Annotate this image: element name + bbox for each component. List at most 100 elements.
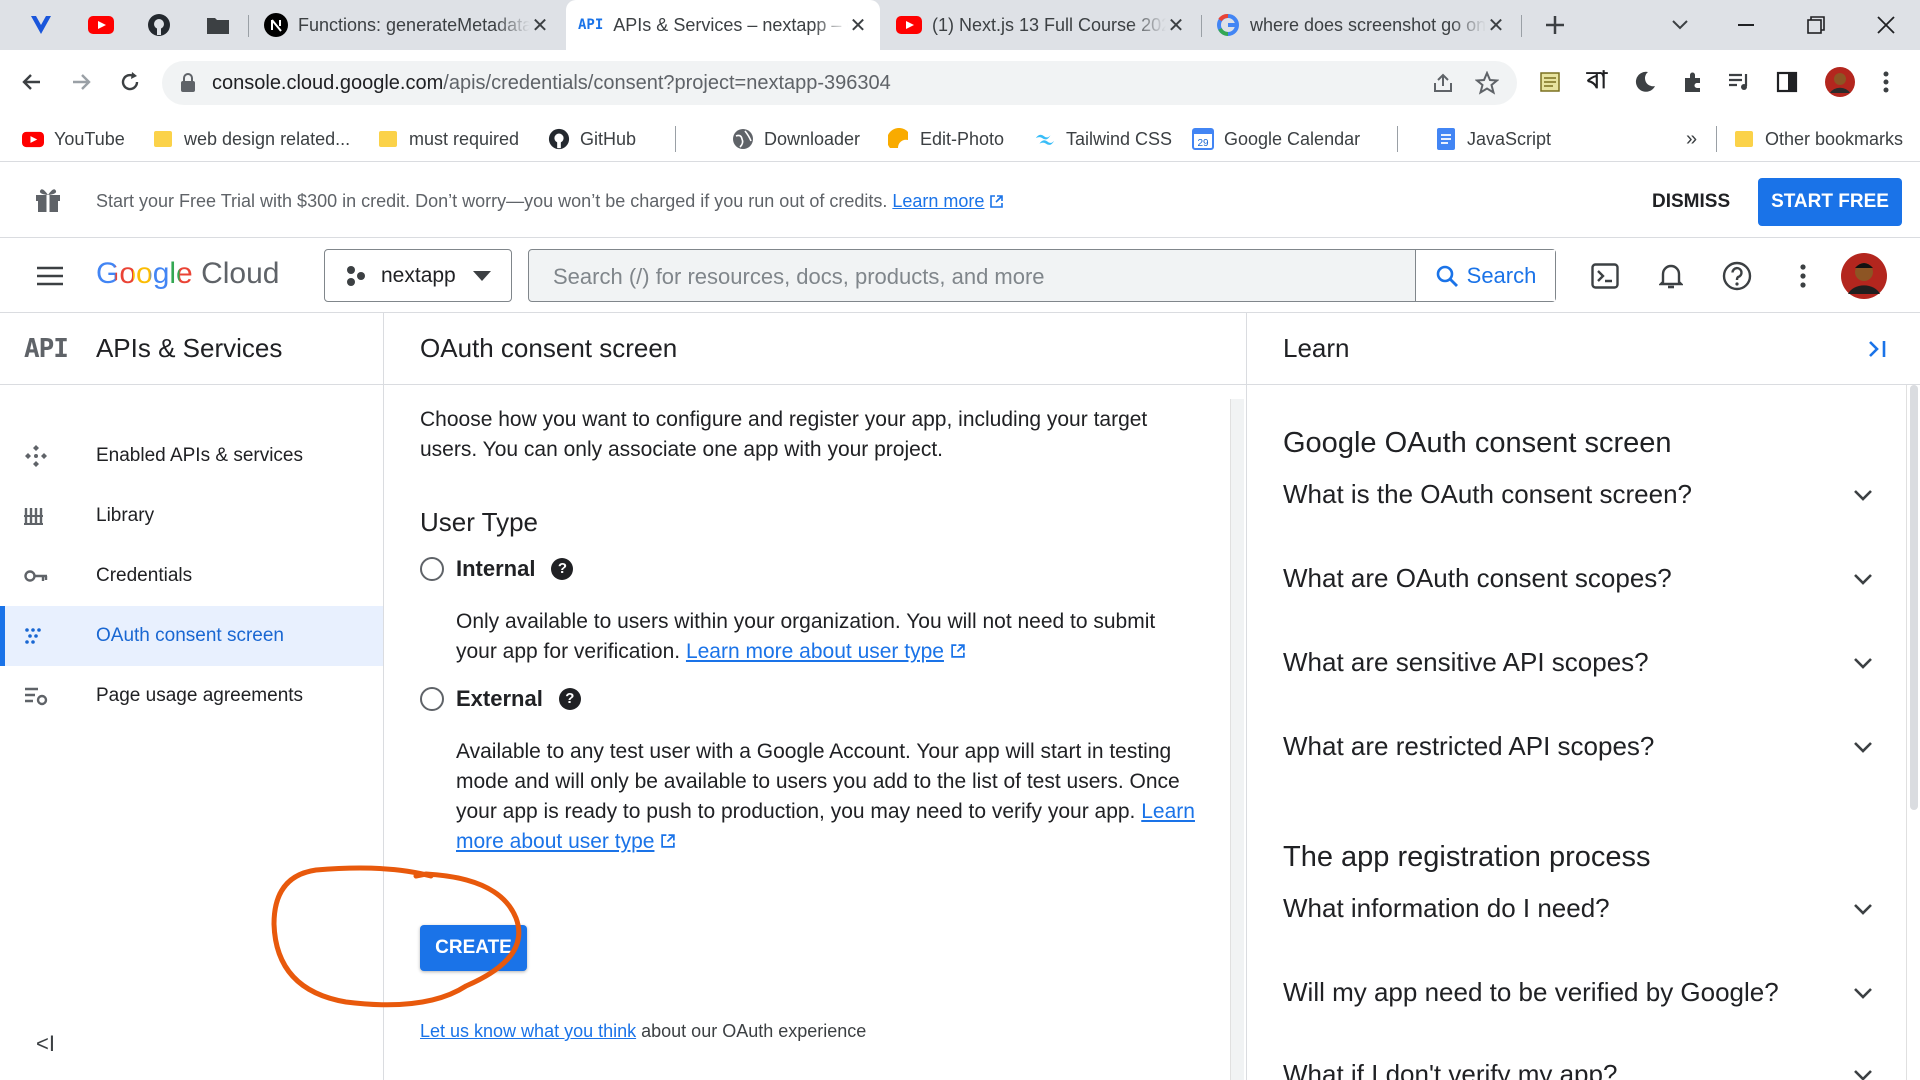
- search-input[interactable]: Search (/) for resources, docs, products…: [553, 264, 1045, 290]
- sidebar-item-page-usage[interactable]: Page usage agreements: [0, 666, 383, 726]
- internal-radio[interactable]: [420, 557, 444, 581]
- lock-icon[interactable]: [180, 73, 196, 93]
- bookmark-label: Tailwind CSS: [1066, 128, 1173, 149]
- tab-apis-services[interactable]: API APIs & Services – nextapp – Google C…: [566, 0, 880, 50]
- extension-dark-mode[interactable]: [1625, 62, 1665, 102]
- extension-notes[interactable]: [1530, 62, 1570, 102]
- collapse-panel-icon[interactable]: [1867, 339, 1889, 359]
- new-tab-button[interactable]: [1535, 10, 1575, 40]
- hamburger-menu-icon[interactable]: [36, 265, 64, 287]
- project-selector[interactable]: nextapp: [324, 249, 512, 302]
- scrollbar-thumb[interactable]: [1910, 385, 1918, 810]
- chevron-down-icon: [1854, 741, 1872, 753]
- bookmark-tailwind[interactable]: Tailwind CSS: [1034, 124, 1172, 154]
- pinned-tab-github[interactable]: [144, 10, 174, 40]
- notifications-button[interactable]: [1654, 259, 1688, 293]
- bookmark-javascript[interactable]: JavaScript: [1435, 124, 1551, 154]
- close-tab-icon[interactable]: ✕: [848, 13, 868, 38]
- console-search-box[interactable]: Search (/) for resources, docs, products…: [528, 249, 1556, 302]
- chevron-down-icon: [1854, 987, 1872, 999]
- bookmark-edit-photo[interactable]: Edit-Photo: [888, 124, 1004, 154]
- media-controls-button[interactable]: [1719, 62, 1759, 102]
- sidebar-item-label: Credentials: [96, 565, 193, 586]
- bookmark-folder-web-design[interactable]: web design related...: [152, 124, 350, 154]
- bookmark-github[interactable]: GitHub: [548, 124, 636, 154]
- bookmark-folder-must-required[interactable]: must required: [377, 124, 519, 154]
- extension-bangla[interactable]: বা: [1577, 62, 1617, 102]
- faq-item[interactable]: What if I don't verify my app?: [1283, 1059, 1873, 1080]
- share-icon[interactable]: [1432, 72, 1454, 94]
- internal-option[interactable]: Internal ?: [420, 553, 1200, 585]
- account-avatar[interactable]: [1839, 251, 1889, 301]
- pinned-tab-youtube[interactable]: [86, 10, 116, 40]
- learn-scrollbar[interactable]: [1906, 385, 1920, 1080]
- chevron-down-icon: [1854, 903, 1872, 915]
- minimize-button[interactable]: [1716, 0, 1776, 50]
- faq-item[interactable]: What are OAuth consent scopes?: [1283, 563, 1873, 594]
- external-radio[interactable]: [420, 687, 444, 711]
- sidebar-item-credentials[interactable]: Credentials: [0, 546, 383, 606]
- browser-menu-button[interactable]: [1866, 62, 1906, 102]
- cloud-shell-button[interactable]: [1588, 259, 1622, 293]
- sidebar-item-enabled-apis[interactable]: Enabled APIs & services: [0, 426, 383, 486]
- sidebar-item-oauth-consent[interactable]: OAuth consent screen: [0, 606, 383, 666]
- restore-button[interactable]: [1786, 0, 1846, 50]
- bookmarks-overflow-button[interactable]: »: [1686, 124, 1697, 154]
- consent-form: Choose how you want to configure and reg…: [420, 405, 1200, 857]
- chevron-down-icon: [1672, 20, 1688, 30]
- bookmark-other-bookmarks[interactable]: Other bookmarks: [1733, 124, 1903, 154]
- tab-youtube-video[interactable]: (1) Next.js 13 Full Course 2023 ✕: [884, 0, 1198, 50]
- bookmark-downloader[interactable]: Downloader: [732, 124, 860, 154]
- search-button[interactable]: Search: [1415, 250, 1555, 301]
- help-button[interactable]: [1720, 259, 1754, 293]
- feedback-link[interactable]: Let us know what you think: [420, 1021, 636, 1041]
- side-panel-button[interactable]: [1767, 62, 1807, 102]
- pinned-tab-vercel[interactable]: [26, 10, 56, 40]
- avatar-icon: [1825, 67, 1855, 97]
- github-icon: [148, 14, 170, 36]
- faq-item[interactable]: What information do I need?: [1283, 893, 1873, 924]
- bookmark-label: Other bookmarks: [1765, 128, 1904, 149]
- back-button[interactable]: [10, 60, 54, 104]
- faq-item[interactable]: What are restricted API scopes?: [1283, 731, 1873, 762]
- reload-button[interactable]: [108, 60, 152, 104]
- user-type-heading: User Type: [420, 507, 539, 537]
- address-bar[interactable]: console.cloud.google.com/apis/credential…: [162, 61, 1517, 105]
- close-tab-icon[interactable]: ✕: [1486, 13, 1506, 38]
- tab-google-search[interactable]: where does screenshot go on windows ✕: [1204, 0, 1518, 50]
- collapse-sidebar-button[interactable]: <I: [36, 1031, 55, 1057]
- close-tab-icon[interactable]: ✕: [530, 13, 550, 38]
- bookmark-label: must required: [409, 128, 520, 149]
- faq-item[interactable]: What are sensitive API scopes?: [1283, 647, 1873, 678]
- more-options-button[interactable]: [1786, 259, 1820, 293]
- google-cloud-logo[interactable]: Google Cloud: [96, 257, 279, 291]
- faq-item[interactable]: What is the OAuth consent screen?: [1283, 479, 1873, 510]
- faq-item[interactable]: Will my app need to be verified by Googl…: [1283, 977, 1873, 1008]
- main-scrollbar[interactable]: [1230, 399, 1244, 1080]
- sidebar-item-label: Page usage agreements: [96, 685, 304, 706]
- bookmark-star-icon[interactable]: [1475, 71, 1499, 95]
- help-icon[interactable]: ?: [551, 558, 574, 580]
- close-tab-icon[interactable]: ✕: [1166, 13, 1186, 38]
- close-window-button[interactable]: [1856, 0, 1916, 50]
- banner-text: Start your Free Trial with $300 in credi…: [96, 191, 1004, 212]
- profile-avatar[interactable]: [1820, 62, 1860, 102]
- minimize-icon: [1738, 24, 1754, 26]
- tab-nextjs-docs[interactable]: Functions: generateMetadata | Next.js ✕: [252, 0, 562, 50]
- tab-search-button[interactable]: [1650, 0, 1710, 50]
- dismiss-button[interactable]: DISMISS: [1652, 191, 1730, 213]
- bookmark-youtube[interactable]: YouTube: [22, 124, 125, 154]
- pinned-tab-folder[interactable]: [203, 10, 233, 40]
- forward-button[interactable]: [59, 60, 103, 104]
- url-text[interactable]: console.cloud.google.com/apis/credential…: [212, 72, 891, 95]
- sidebar-item-library[interactable]: Library: [0, 486, 383, 546]
- start-free-button[interactable]: START FREE: [1758, 178, 1902, 226]
- extensions-button[interactable]: [1673, 62, 1713, 102]
- learn-more-link[interactable]: Learn more: [892, 191, 984, 211]
- bookmark-google-calendar[interactable]: 29 Google Calendar: [1192, 124, 1360, 154]
- sidebar-item-label: OAuth consent screen: [96, 625, 284, 646]
- help-icon[interactable]: ?: [558, 688, 581, 710]
- internal-learn-more-link[interactable]: Learn more about user type: [686, 640, 944, 663]
- create-button[interactable]: CREATE: [420, 925, 527, 971]
- external-option[interactable]: External ?: [420, 683, 1200, 715]
